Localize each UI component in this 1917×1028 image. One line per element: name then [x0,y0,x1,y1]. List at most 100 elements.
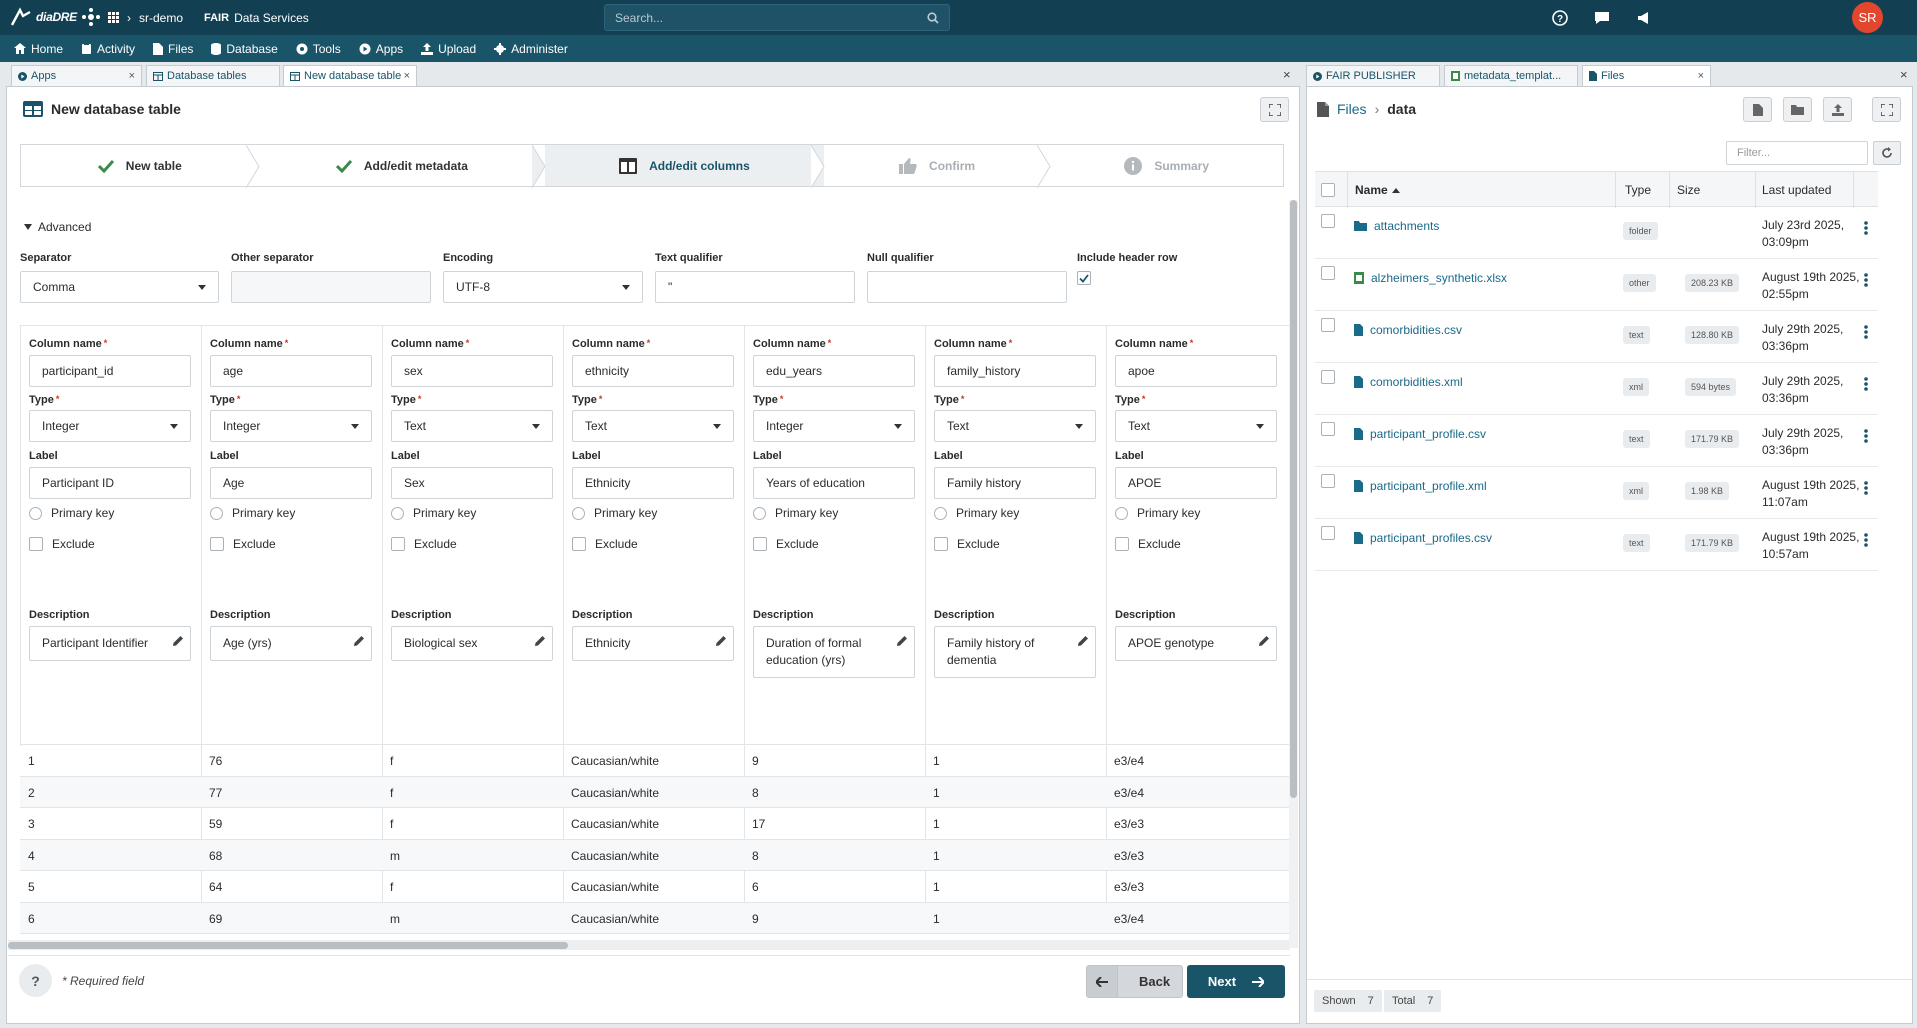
kebab-menu-icon[interactable] [1864,377,1868,391]
filter-input[interactable]: Filter... [1726,141,1868,165]
type-select[interactable]: Text [391,410,553,442]
file-name[interactable]: participant_profiles.csv [1354,531,1492,545]
pencil-icon[interactable] [1258,635,1270,647]
kebab-menu-icon[interactable] [1864,429,1868,443]
size-column-header[interactable]: Size [1677,183,1700,197]
file-name[interactable]: participant_profile.csv [1354,427,1486,441]
tab-files[interactable]: Files × [1582,65,1711,86]
exclude-checkbox[interactable]: Exclude [753,537,819,551]
pencil-icon[interactable] [1077,635,1089,647]
exclude-checkbox[interactable]: Exclude [1115,537,1181,551]
encoding-select[interactable]: UTF-8 [443,271,643,303]
refresh-button[interactable] [1873,141,1901,165]
type-select[interactable]: Text [934,410,1096,442]
checkbox[interactable] [29,537,43,551]
file-row[interactable]: attachments folder July 23rd 2025, 03:09p… [1315,207,1878,259]
step-add-edit-columns[interactable]: Add/edit columns [545,145,825,188]
pencil-icon[interactable] [172,635,184,647]
radio-button[interactable] [210,506,223,520]
row-checkbox[interactable] [1321,214,1335,228]
step-add-edit-metadata[interactable]: Add/edit metadata [259,145,546,188]
next-button[interactable]: Next [1187,965,1285,998]
kebab-menu-icon[interactable] [1864,481,1868,495]
row-checkbox[interactable] [1321,370,1335,384]
column-name-input[interactable]: family_history [934,355,1096,387]
nav-item-upload[interactable]: Upload [421,42,476,56]
exclude-checkbox[interactable]: Exclude [210,537,276,551]
file-name[interactable]: alzheimers_synthetic.xlsx [1354,271,1507,285]
separator-select[interactable]: Comma [20,271,219,303]
nav-item-activity[interactable]: Activity [81,42,135,56]
breadcrumb-root[interactable]: Files [1337,101,1367,117]
tab-apps[interactable]: Apps × [11,65,142,86]
primary-key-radio[interactable]: Primary key [934,506,1019,520]
radio-button[interactable] [934,506,947,520]
megaphone-icon[interactable] [1636,10,1652,26]
column-name-input[interactable]: apoe [1115,355,1277,387]
close-icon[interactable]: × [1698,70,1704,82]
scrollbar-thumb[interactable] [1290,200,1297,798]
column-name-input[interactable]: participant_id [29,355,191,387]
description-field[interactable]: Family history of dementia [934,626,1096,678]
expand-button[interactable] [1872,97,1901,122]
chat-icon[interactable] [1593,10,1611,26]
nav-item-database[interactable]: Database [211,42,278,56]
upload-button[interactable] [1823,97,1852,122]
file-row[interactable]: participant_profiles.csv text 171.79 KB … [1315,519,1878,571]
file-row[interactable]: alzheimers_synthetic.xlsx other 208.23 K… [1315,259,1878,311]
exclude-checkbox[interactable]: Exclude [934,537,1000,551]
label-input[interactable]: Family history [934,467,1096,499]
radio-button[interactable] [572,506,585,520]
step-new-table[interactable]: New table [21,145,260,188]
horizontal-scrollbar[interactable] [8,940,1290,950]
updated-column-header[interactable]: Last updated [1762,183,1831,197]
back-button[interactable]: Back [1086,965,1183,998]
label-input[interactable]: Ethnicity [572,467,734,499]
search-input[interactable]: Search... [604,4,950,31]
checkbox[interactable] [391,537,405,551]
label-input[interactable]: APOE [1115,467,1277,499]
close-icon[interactable]: × [129,70,135,82]
checkbox[interactable] [1115,537,1129,551]
columns-editor[interactable]: Advanced Separator Comma Other separator… [8,200,1290,948]
label-input[interactable]: Age [210,467,372,499]
tab-new-database-table[interactable]: New database table × [283,65,417,86]
file-name[interactable]: attachments [1354,219,1439,233]
label-input[interactable]: Sex [391,467,553,499]
radio-button[interactable] [29,506,42,520]
exclude-checkbox[interactable]: Exclude [391,537,457,551]
nav-item-files[interactable]: Files [153,42,193,56]
tab-database-tables[interactable]: Database tables [146,65,280,86]
file-name[interactable]: comorbidities.csv [1354,323,1462,337]
column-name-input[interactable]: edu_years [753,355,915,387]
pencil-icon[interactable] [534,635,546,647]
close-icon[interactable]: × [404,70,410,82]
select-all-checkbox[interactable] [1321,183,1335,197]
radio-button[interactable] [1115,506,1128,520]
file-row[interactable]: comorbidities.xml xml 594 bytes July 29t… [1315,363,1878,415]
null-qualifier-input[interactable] [867,271,1067,303]
kebab-menu-icon[interactable] [1864,273,1868,287]
close-pane-icon[interactable]: × [1900,67,1908,82]
text-qualifier-input[interactable]: " [655,271,855,303]
nav-item-apps[interactable]: Apps [359,42,403,56]
tab-fair-publisher[interactable]: FAIR PUBLISHER [1306,65,1440,86]
type-select[interactable]: Text [572,410,734,442]
primary-key-radio[interactable]: Primary key [29,506,114,520]
exclude-checkbox[interactable]: Exclude [572,537,638,551]
type-select[interactable]: Integer [29,410,191,442]
kebab-menu-icon[interactable] [1864,325,1868,339]
label-input[interactable]: Participant ID [29,467,191,499]
close-pane-icon[interactable]: × [1283,67,1291,82]
description-field[interactable]: Age (yrs) [210,626,372,661]
type-select[interactable]: Text [1115,410,1277,442]
row-checkbox[interactable] [1321,474,1335,488]
app-logo[interactable]: diaDRE [10,5,101,29]
help-icon[interactable]: ? [1552,9,1568,26]
tab-metadata-template[interactable]: metadata_templat... [1444,65,1578,86]
checkbox[interactable] [753,537,767,551]
scrollbar-thumb[interactable] [8,942,568,949]
description-field[interactable]: Participant Identifier [29,626,191,661]
nav-item-home[interactable]: Home [14,42,63,56]
primary-key-radio[interactable]: Primary key [1115,506,1200,520]
